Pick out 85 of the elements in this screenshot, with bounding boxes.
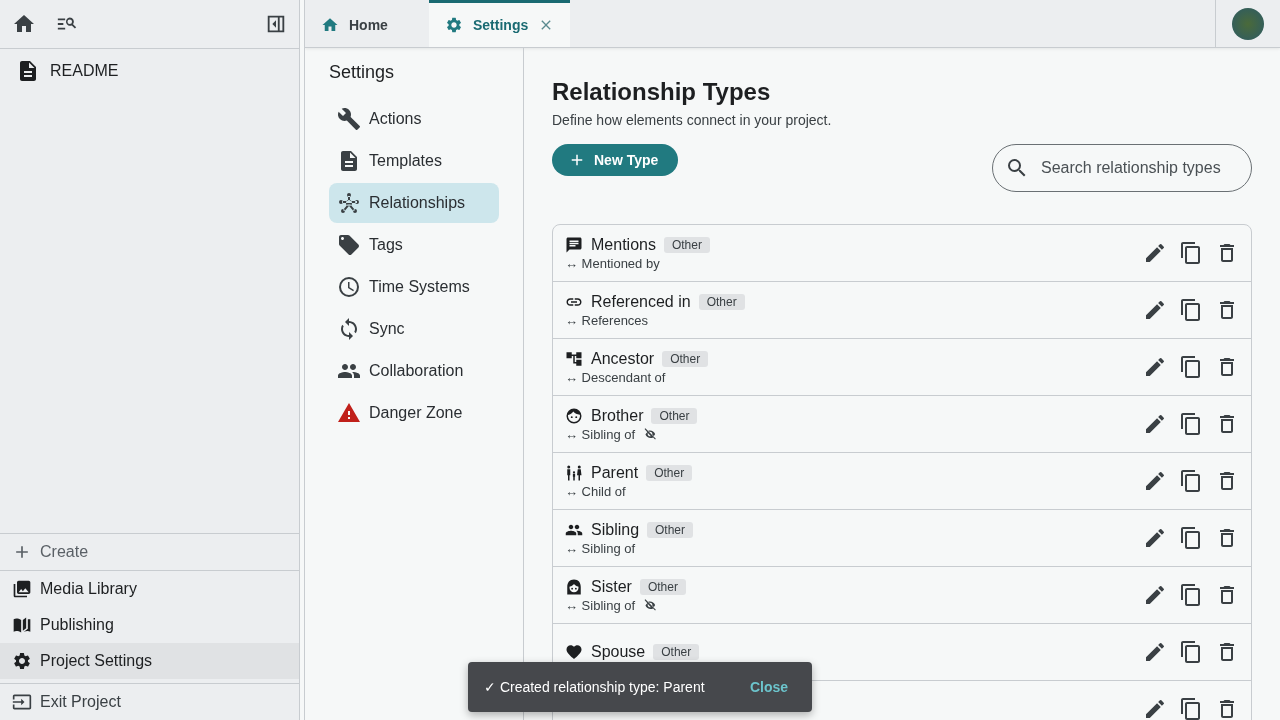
category-badge: Other (651, 407, 698, 424)
edit-icon[interactable] (1143, 412, 1167, 436)
settings-nav-item[interactable]: Templates (329, 141, 499, 181)
category-badge: Other (662, 350, 709, 367)
sidebar-item[interactable]: Project Settings (0, 643, 299, 679)
side-panel-icon[interactable] (265, 13, 287, 35)
create-button[interactable]: Create (0, 533, 299, 571)
inverse-name: ↔ Child of (565, 483, 626, 499)
inverse-name: ↔ Sibling of (565, 540, 636, 556)
type-name: Ancestor (591, 349, 655, 368)
page-subtitle: Define how elements connect in your project. (552, 112, 833, 128)
copy-icon[interactable] (1179, 526, 1203, 550)
exit-icon (12, 692, 32, 712)
eye-slash-icon (643, 598, 658, 612)
copy-icon[interactable] (1179, 469, 1203, 493)
tag-icon (337, 233, 361, 257)
warning-icon (337, 401, 361, 425)
gear-icon (12, 651, 32, 671)
type-name: Sister (591, 577, 632, 596)
search-input[interactable]: Search relationship types (1041, 159, 1237, 177)
photos-icon (12, 579, 32, 599)
tab[interactable]: Home (305, 0, 429, 47)
wrench-icon (337, 107, 361, 131)
clock-icon (337, 275, 361, 299)
edit-icon[interactable] (1143, 469, 1167, 493)
inverse-name: ↔ Sibling of (565, 597, 636, 613)
type-name: Spouse (591, 643, 646, 661)
category-badge: Other (639, 578, 686, 595)
type-name: Brother (591, 406, 644, 425)
copy-icon[interactable] (1179, 412, 1203, 436)
inverse-name: ↔ Sibling of (565, 426, 636, 442)
tree-item[interactable]: README (0, 53, 299, 89)
settings-nav-item[interactable]: Collaboration (329, 351, 499, 391)
type-name: Mentions (591, 235, 656, 254)
face-icon (565, 406, 583, 425)
family-icon (565, 463, 583, 482)
tab[interactable]: Settings (429, 0, 571, 47)
sidebar-item[interactable]: Publishing (0, 607, 299, 643)
copy-icon[interactable] (1179, 583, 1203, 607)
category-badge: Other (647, 521, 694, 538)
category-badge: Other (646, 464, 693, 481)
copy-icon[interactable] (1179, 298, 1203, 322)
inverse-name: ↔ Mentioned by (565, 255, 660, 271)
edit-icon[interactable] (1143, 241, 1167, 265)
settings-nav-item[interactable]: Danger Zone (329, 393, 499, 433)
new-type-button[interactable]: New Type (552, 144, 679, 176)
toast-close-button[interactable]: Close (745, 675, 792, 699)
category-badge: Other (653, 644, 700, 660)
copy-icon[interactable] (1179, 355, 1203, 379)
type-name: Referenced in (591, 292, 691, 311)
exit-project-button[interactable]: Exit Project (0, 683, 299, 720)
sidebar-item[interactable]: Media Library (0, 571, 299, 607)
edit-icon[interactable] (1143, 298, 1167, 322)
settings-title: Settings (329, 62, 396, 83)
page-title: Relationship Types (552, 78, 772, 106)
settings-nav-item[interactable]: Sync (329, 309, 499, 349)
type-name: Parent (591, 463, 639, 482)
edit-icon[interactable] (1143, 640, 1167, 664)
avatar[interactable] (1232, 7, 1264, 40)
copy-icon[interactable] (1179, 241, 1203, 265)
copy-icon[interactable] (1179, 640, 1203, 664)
settings-nav-item[interactable]: Tags (329, 225, 499, 265)
eye-slash-icon (643, 427, 658, 441)
copy-icon[interactable] (1179, 697, 1203, 720)
open-book-icon (12, 615, 32, 635)
category-badge: Other (698, 293, 745, 310)
network-icon (337, 191, 361, 215)
edit-icon[interactable] (1143, 583, 1167, 607)
edit-icon[interactable] (1143, 526, 1167, 550)
edit-icon[interactable] (1143, 355, 1167, 379)
type-name: Sibling (591, 520, 640, 539)
category-badge: Other (663, 236, 710, 253)
message-icon (565, 235, 583, 254)
home-icon (321, 16, 339, 34)
toast-message: ✓ Created relationship type: Parent (484, 679, 705, 695)
heart-icon (565, 643, 583, 661)
hierarchy-icon (565, 349, 583, 368)
gear-icon (445, 16, 463, 34)
edit-icon[interactable] (1143, 697, 1167, 720)
settings-nav-item[interactable]: Time Systems (329, 267, 499, 307)
settings-nav-item[interactable]: Relationships (329, 183, 499, 223)
settings-nav-item[interactable]: Actions (329, 99, 499, 139)
inverse-name: ↔ Descendant of (565, 369, 666, 385)
girl-face-icon (565, 577, 583, 596)
inverse-name: ↔ References (565, 312, 649, 328)
